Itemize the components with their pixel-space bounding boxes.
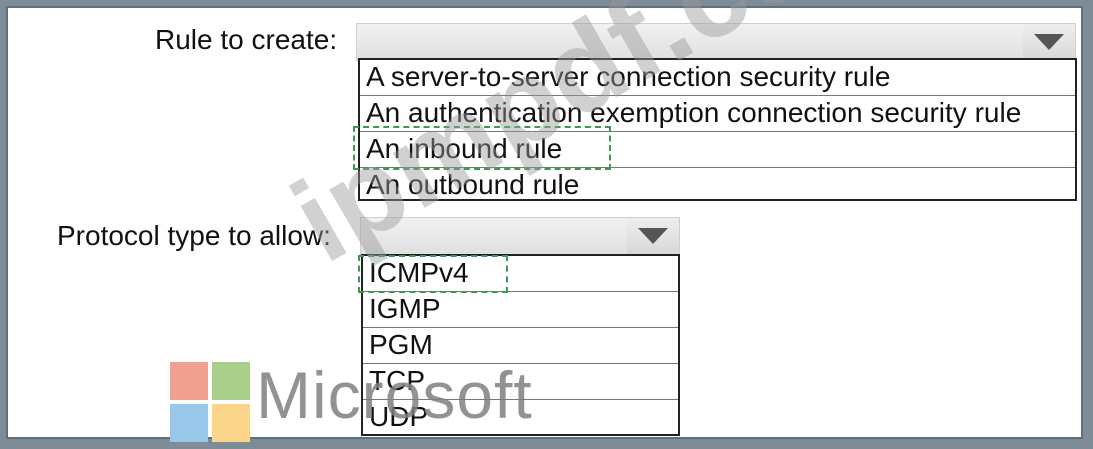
rule-option-inbound[interactable]: An inbound rule [360,132,1075,168]
rule-option-authentication-exemption[interactable]: An authentication exemption connection s… [360,96,1075,132]
protocol-type-dropdown[interactable] [360,217,680,255]
protocol-dropdown-toggle[interactable] [627,218,679,254]
protocol-option-igmp[interactable]: IGMP [363,292,678,328]
chevron-down-icon [1034,34,1064,50]
rule-to-create-label: Rule to create: [155,24,338,55]
microsoft-logo-icon [170,362,252,444]
protocol-type-label: Protocol type to allow: [57,220,331,251]
rule-to-create-dropdown[interactable] [356,23,1076,61]
chevron-down-icon [638,228,668,244]
microsoft-logo-text: Microsoft [256,358,533,432]
protocol-option-icmpv4[interactable]: ICMPv4 [363,256,678,292]
rule-option-outbound[interactable]: An outbound rule [360,168,1075,204]
rule-dropdown-toggle[interactable] [1023,24,1075,60]
rule-options-list: A server-to-server connection security r… [358,58,1077,201]
rule-option-server-to-server[interactable]: A server-to-server connection security r… [360,60,1075,96]
